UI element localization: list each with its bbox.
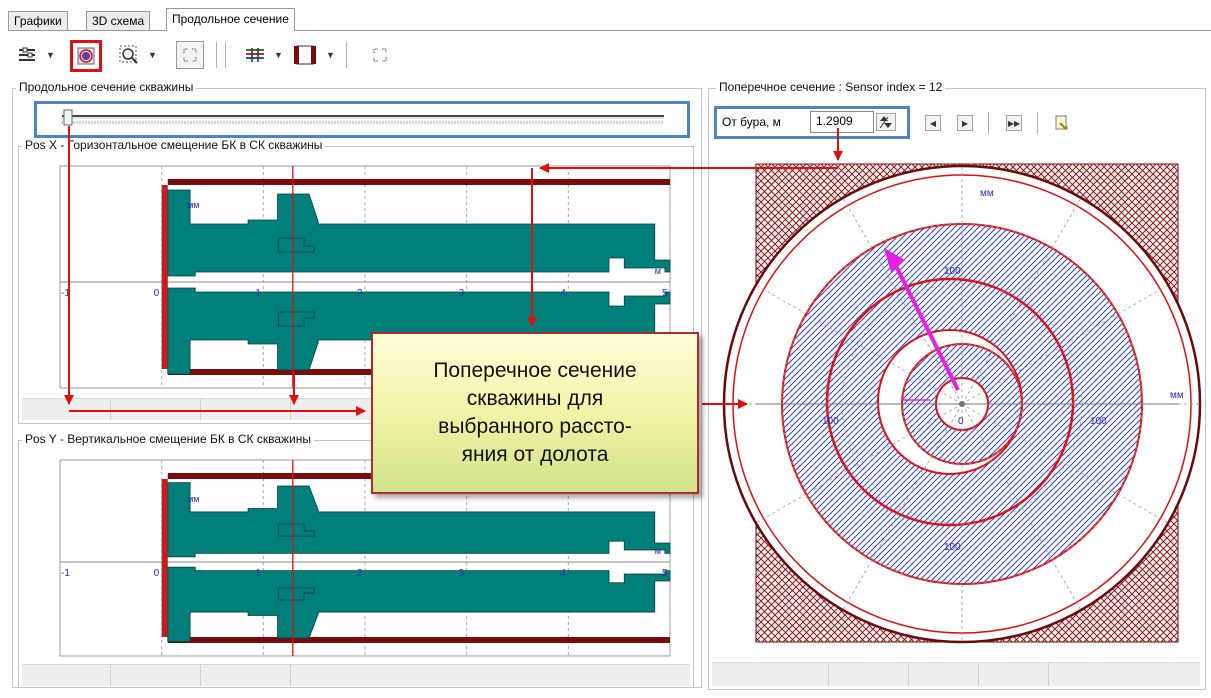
axis-label: 100: [944, 542, 961, 553]
borehole-wall: [167, 637, 670, 643]
cross-section-button[interactable]: [70, 40, 102, 72]
distance-slider[interactable]: [58, 109, 668, 129]
bit-face: [161, 479, 168, 637]
callout-line: Поперечное сечение: [433, 359, 637, 382]
tick-label: 0: [154, 288, 160, 299]
tick-label: -1: [61, 568, 70, 579]
tab-longitudinal-section[interactable]: Продольное сечение: [166, 8, 295, 31]
callout-line: скважины для: [466, 387, 604, 410]
tab-3d-scheme[interactable]: 3D схема: [86, 11, 151, 30]
tick-label: 3: [459, 288, 465, 299]
frame-icon[interactable]: [290, 40, 320, 70]
distance-input[interactable]: 1.2909: [810, 111, 874, 133]
layers-icon[interactable]: [12, 40, 42, 70]
spin-updown-icon[interactable]: [876, 113, 896, 131]
longitudinal-section-title: Продольное сечение скважины: [16, 80, 197, 94]
axis-label: 100: [822, 416, 839, 427]
chevron-down-icon[interactable]: ▼: [274, 50, 283, 60]
fit-icon[interactable]: [365, 40, 395, 70]
tick-label: 5: [662, 288, 668, 299]
unit-label: мм: [187, 200, 199, 210]
toolbar-separator: [225, 42, 226, 68]
callout-line: выбранного рассто-: [438, 415, 632, 438]
toolbar-separator: [346, 42, 347, 68]
pos-y-title: Pos Y - Вертикальное смещение БК в СК ск…: [22, 432, 315, 446]
unit-label: м: [655, 546, 661, 556]
tick-label: 4: [560, 568, 566, 579]
tick-label: -1: [61, 288, 70, 299]
tick-label: 0: [154, 568, 160, 579]
pipes-icon[interactable]: [240, 40, 270, 70]
axis-label: 0: [958, 416, 964, 427]
tab-graphs[interactable]: Графики: [8, 11, 68, 30]
tick-label: 3: [459, 568, 465, 579]
annotation-callout: Поперечное сечение скважины для выбранно…: [371, 332, 699, 494]
fast-forward-button[interactable]: ▶▶: [1006, 115, 1022, 131]
unit-label: мм: [1170, 390, 1184, 401]
bit-face: [161, 185, 168, 369]
tick-label: 5: [662, 568, 668, 579]
cross-section-icon: [77, 47, 95, 65]
chevron-down-icon[interactable]: ▼: [326, 50, 335, 60]
step-forward-button[interactable]: ▶: [957, 115, 973, 131]
tick-label: 1: [255, 288, 261, 299]
cross-section-plot: 100 100 100 100 0 мм мм: [712, 146, 1202, 660]
unit-label: мм: [187, 494, 199, 504]
unit-label: м: [655, 266, 661, 276]
toolbar-separator: [988, 112, 989, 134]
pos-y-statusbar: [22, 664, 690, 686]
cross-section-title: Поперечное сечение : Sensor index = 12: [716, 80, 946, 94]
toolbar-separator: [1037, 112, 1038, 134]
fit-icon[interactable]: [176, 41, 204, 69]
center-point: [959, 401, 965, 407]
tick-label: 2: [357, 568, 363, 579]
callout-line: яния от долота: [461, 443, 609, 466]
export-icon[interactable]: [1054, 114, 1070, 132]
tick-label: 1: [255, 568, 261, 579]
toolbar-separator: [216, 42, 217, 68]
tick-label: 4: [560, 288, 566, 299]
step-back-button[interactable]: ◀: [925, 115, 941, 131]
borehole-wall: [167, 179, 670, 185]
zoom-icon[interactable]: [114, 40, 144, 70]
unit-label: мм: [980, 188, 994, 199]
axis-label: 100: [944, 266, 961, 277]
chevron-down-icon[interactable]: ▼: [148, 50, 157, 60]
distance-label: От бура, м: [722, 115, 781, 129]
axis-label: 100: [1090, 416, 1107, 427]
tick-label: 2: [357, 288, 363, 299]
slider-thumb[interactable]: [63, 109, 73, 126]
chevron-down-icon[interactable]: ▼: [46, 50, 55, 60]
cross-section-statusbar: [712, 662, 1200, 686]
pos-x-title: Pos X - Горизонтальное смещение БК в СК …: [22, 138, 326, 152]
